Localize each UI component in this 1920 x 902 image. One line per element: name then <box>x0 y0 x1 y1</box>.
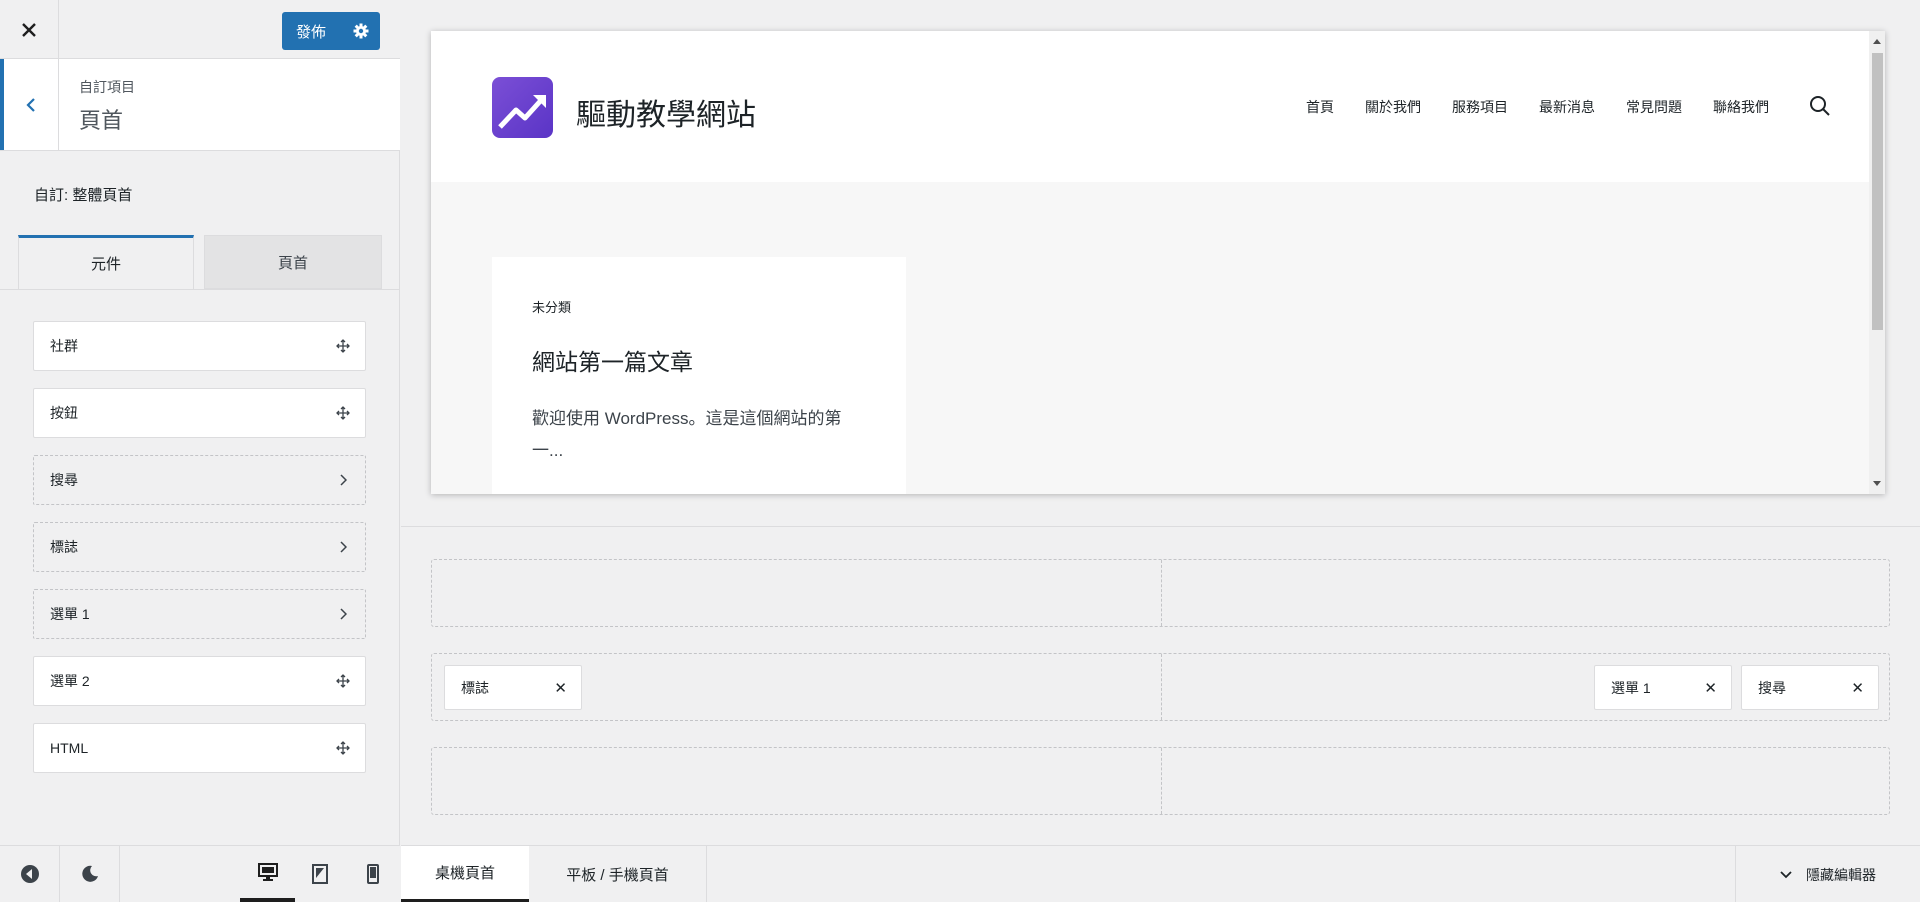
chevron-down-icon <box>1780 870 1792 878</box>
chevron-right-icon[interactable] <box>335 472 351 488</box>
preview-scrollbar[interactable] <box>1869 31 1885 494</box>
element-item-html[interactable]: HTML <box>33 723 366 773</box>
element-label: 按鈕 <box>50 405 78 421</box>
mobile-icon <box>366 864 379 884</box>
gear-icon <box>353 23 369 39</box>
builder-item-label: 選單 1 <box>1611 679 1651 696</box>
nav-link-faq[interactable]: 常見問題 <box>1626 97 1682 117</box>
move-icon[interactable] <box>335 673 351 689</box>
tab-mobile-header[interactable]: 平板 / 手機頁首 <box>529 846 707 902</box>
trending-up-icon <box>498 95 546 129</box>
move-icon[interactable] <box>335 405 351 421</box>
builder-item-menu-1[interactable]: 選單 1 ✕ <box>1594 665 1732 710</box>
collapse-sidebar-button[interactable] <box>0 846 60 902</box>
back-button[interactable] <box>0 59 59 150</box>
element-label: 標誌 <box>50 539 78 555</box>
hide-editor-label: 隱藏編輯器 <box>1806 866 1876 883</box>
nav-link-news[interactable]: 最新消息 <box>1539 97 1595 117</box>
post-card: 未分類 網站第一篇文章 歡迎使用 WordPress。這是這個網站的第一... <box>492 257 906 494</box>
header-builder: 標誌 ✕ 選單 1 ✕ 搜尋 ✕ <box>401 526 1920 845</box>
panel-title: 自訂: 整體頁首 <box>34 187 133 204</box>
section-header: 自訂項目 頁首 <box>0 59 400 151</box>
publish-button-group: 發佈 <box>282 12 380 50</box>
element-item-logo[interactable]: 標誌 <box>33 522 366 572</box>
close-icon[interactable]: ✕ <box>554 679 567 697</box>
customizer-footer <box>0 845 400 902</box>
close-icon[interactable]: ✕ <box>1851 679 1864 697</box>
scroll-down-arrow[interactable] <box>1873 481 1881 486</box>
customizer-sidebar: 發佈 自訂項目 頁首 自訂: 整體頁首 元件 頁首 社群 按鈕 搜尋 標誌 選單… <box>0 0 400 902</box>
element-item-button[interactable]: 按鈕 <box>33 388 366 438</box>
breadcrumb: 自訂項目 <box>79 79 135 95</box>
row-divider <box>1161 560 1162 626</box>
dark-mode-button[interactable] <box>60 846 120 902</box>
builder-item-label: 搜尋 <box>1758 679 1786 696</box>
element-list: 社群 按鈕 搜尋 標誌 選單 1 選單 2 HTML <box>33 321 366 790</box>
tab-desktop-header[interactable]: 桌機頁首 <box>401 846 529 902</box>
tablet-icon <box>312 864 328 884</box>
site-header: 驅動教學網站 首頁 關於我們 服務項目 最新消息 常見問題 聯絡我們 <box>431 31 1869 182</box>
section-title: 頁首 <box>79 108 124 133</box>
post-title[interactable]: 網站第一篇文章 <box>532 343 693 377</box>
post-category[interactable]: 未分類 <box>532 297 571 316</box>
post-excerpt: 歡迎使用 WordPress。這是這個網站的第一... <box>532 409 842 460</box>
scroll-up-arrow[interactable] <box>1873 39 1881 44</box>
element-label: 選單 1 <box>50 606 90 622</box>
builder-item-label: 標誌 <box>461 679 489 696</box>
customizer-topbar: 發佈 <box>0 0 400 59</box>
device-mobile-button[interactable] <box>345 846 400 902</box>
moon-icon <box>81 865 98 882</box>
site-preview: 驅動教學網站 首頁 關於我們 服務項目 最新消息 常見問題 聯絡我們 未分類 網… <box>431 31 1885 494</box>
move-icon[interactable] <box>335 740 351 756</box>
element-label: 選單 2 <box>50 673 90 689</box>
element-label: 搜尋 <box>50 472 78 488</box>
nav-link-home[interactable]: 首頁 <box>1306 97 1334 117</box>
site-content: 未分類 網站第一篇文章 歡迎使用 WordPress。這是這個網站的第一... <box>431 182 1869 494</box>
tab-elements[interactable]: 元件 <box>18 235 194 289</box>
element-label: 社群 <box>50 338 78 354</box>
builder-row-top[interactable] <box>431 559 1890 627</box>
move-icon[interactable] <box>335 338 351 354</box>
close-icon <box>22 22 36 37</box>
builder-row-main[interactable]: 標誌 ✕ 選單 1 ✕ 搜尋 ✕ <box>431 653 1890 721</box>
builder-footer: 桌機頁首 平板 / 手機頁首 隱藏編輯器 <box>401 845 1920 902</box>
collapse-icon <box>20 865 39 883</box>
builder-item-search[interactable]: 搜尋 ✕ <box>1741 665 1879 710</box>
element-item-social[interactable]: 社群 <box>33 321 366 371</box>
close-customizer-button[interactable] <box>0 0 59 59</box>
chevron-right-icon[interactable] <box>335 606 351 622</box>
builder-row-bottom[interactable] <box>431 747 1890 815</box>
device-tablet-button[interactable] <box>295 846 345 902</box>
publish-button[interactable]: 發佈 <box>282 21 342 42</box>
close-icon[interactable]: ✕ <box>1704 679 1717 697</box>
device-desktop-button[interactable] <box>240 846 295 902</box>
element-item-search[interactable]: 搜尋 <box>33 455 366 505</box>
builder-item-logo[interactable]: 標誌 ✕ <box>444 665 582 710</box>
site-title[interactable]: 驅動教學網站 <box>576 90 756 134</box>
row-divider <box>1161 748 1162 814</box>
nav-link-services[interactable]: 服務項目 <box>1452 97 1508 117</box>
tabs-divider <box>0 289 400 290</box>
element-label: HTML <box>50 740 89 756</box>
row-divider <box>1161 654 1162 720</box>
search-icon[interactable] <box>1809 95 1831 117</box>
scrollbar-thumb[interactable] <box>1872 53 1883 330</box>
chevron-right-icon[interactable] <box>335 539 351 555</box>
publish-settings-button[interactable] <box>342 12 380 50</box>
site-nav: 首頁 關於我們 服務項目 最新消息 常見問題 聯絡我們 <box>1275 97 1769 117</box>
tab-header[interactable]: 頁首 <box>204 235 382 289</box>
hide-editor-button[interactable]: 隱藏編輯器 <box>1735 846 1920 902</box>
nav-link-contact[interactable]: 聯絡我們 <box>1713 97 1769 117</box>
nav-link-about[interactable]: 關於我們 <box>1365 97 1421 117</box>
desktop-icon <box>257 863 278 881</box>
panel-tabs: 元件 頁首 <box>18 235 382 289</box>
site-logo[interactable] <box>492 77 553 138</box>
chevron-left-icon <box>26 97 35 112</box>
element-item-menu-2[interactable]: 選單 2 <box>33 656 366 706</box>
element-item-menu-1[interactable]: 選單 1 <box>33 589 366 639</box>
